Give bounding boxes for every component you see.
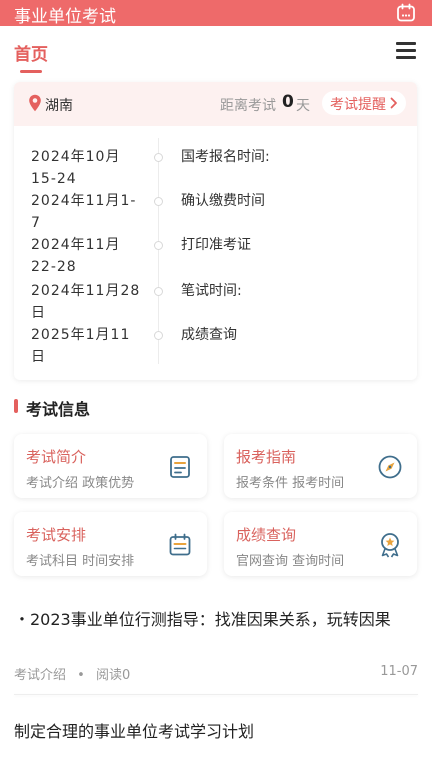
article-item[interactable]: 制定合理的事业单位考试学习计划 (0, 718, 432, 768)
schedule-date: 2024年11月22-28 (31, 237, 121, 275)
compass-icon (378, 455, 402, 479)
tile-title: 报考指南 (236, 448, 297, 466)
schedule-event: 打印准考证 (181, 237, 251, 253)
article-divider (14, 694, 418, 695)
schedule-event: 国考报名时间: (181, 149, 270, 165)
tile-exam-guide[interactable]: 报考指南 报考条件 报考时间 (224, 434, 417, 498)
tile-subtitle: 官网查询 查询时间 (236, 554, 345, 569)
tile-title: 成绩查询 (236, 526, 297, 544)
schedule-date: 2024年11月28日 (31, 283, 141, 321)
tile-exam-schedule[interactable]: 考试安排 考试科目 时间安排 (14, 512, 207, 576)
tile-subtitle: 考试科目 时间安排 (26, 554, 135, 569)
section-title-text: 考试信息 (26, 400, 91, 419)
calendar-icon[interactable] (396, 3, 416, 23)
timeline-dot (154, 287, 163, 296)
article-title[interactable]: 制定合理的事业单位考试学习计划 (14, 720, 418, 744)
section-title-bar (14, 399, 18, 413)
chevron-right-icon (390, 97, 397, 109)
tile-exam-intro[interactable]: 考试简介 考试介绍 政策优势 (14, 434, 207, 498)
tab-home[interactable]: 首页 (14, 40, 48, 65)
timeline-dot (154, 331, 163, 340)
exam-card-header: 湖南 距离考试 0 天 考试提醒 (14, 82, 417, 126)
meta-separator: • (77, 668, 85, 683)
timeline-dot (154, 153, 163, 162)
tile-score-query[interactable]: 成绩查询 官网查询 查询时间 (224, 512, 417, 576)
countdown-days: 0 (282, 92, 294, 112)
exam-reminder-label: 考试提醒 (330, 97, 386, 113)
schedule-date: 2024年11月1-7 (31, 193, 137, 231)
exam-reminder-button[interactable]: 考试提醒 (322, 91, 406, 115)
schedule-row: 2024年11月22-28 打印准考证 (14, 234, 417, 278)
tab-active-indicator (20, 70, 42, 73)
award-icon (381, 533, 399, 558)
exam-schedule-card: 湖南 距离考试 0 天 考试提醒 2024年10月15-24 国考报名时间: 2… (14, 82, 417, 380)
countdown-unit: 天 (296, 98, 310, 114)
timeline-dot (154, 241, 163, 250)
schedule-date: 2024年10月15-24 (31, 149, 121, 187)
tile-title: 考试简介 (26, 448, 87, 466)
tile-title: 考试安排 (26, 526, 87, 544)
tile-subtitle: 考试介绍 政策优势 (26, 476, 135, 491)
schedule-event: 笔试时间: (181, 283, 242, 299)
timeline-dot (154, 197, 163, 206)
title-bar: 事业单位考试 (0, 0, 432, 27)
schedule-row: 2024年10月15-24 国考报名时间: (14, 146, 417, 190)
schedule-row: 2025年1月11日 成绩查询 (14, 324, 417, 368)
menu-icon[interactable] (396, 42, 416, 60)
tile-subtitle: 报考条件 报考时间 (236, 476, 345, 491)
article-item[interactable]: ・2023事业单位行测指导：找准因果关系，玩转因果 考试介绍 • 阅读0 11-… (0, 606, 432, 696)
region-label[interactable]: 湖南 (45, 95, 73, 115)
article-category: 考试介绍 (14, 668, 67, 683)
countdown-label: 距离考试 (220, 98, 276, 114)
schedule-event: 确认缴费时间 (181, 193, 265, 209)
article-title[interactable]: ・2023事业单位行测指导：找准因果关系，玩转因果 (14, 608, 418, 632)
app-title: 事业单位考试 (14, 7, 116, 27)
schedule-date: 2025年1月11日 (31, 327, 131, 365)
article-meta: 考试介绍 • 阅读0 (14, 664, 130, 683)
article-date: 11-07 (380, 664, 418, 679)
article-reads: 阅读0 (95, 668, 131, 683)
calendar-icon (169, 533, 191, 556)
schedule-row: 2024年11月1-7 确认缴费时间 (14, 190, 417, 234)
location-pin-icon[interactable] (28, 94, 42, 112)
schedule-row: 2024年11月28日 笔试时间: (14, 280, 417, 324)
schedule-event: 成绩查询 (181, 327, 237, 343)
document-icon (170, 456, 190, 478)
nav-bar: 首页 (0, 26, 432, 78)
